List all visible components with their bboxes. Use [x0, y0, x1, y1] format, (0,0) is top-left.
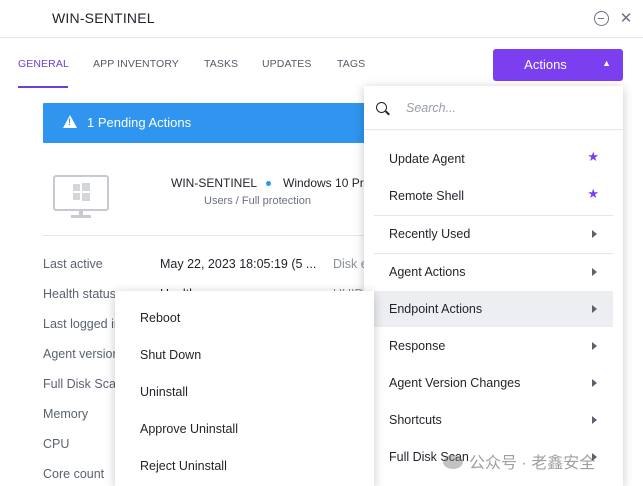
pending-actions-banner[interactable]: 1 Pending Actions — [43, 103, 373, 143]
search-icon — [376, 102, 387, 113]
menu-item-label: Recently Used — [389, 227, 471, 241]
title-bar: WIN-SENTINEL ✕ — [0, 0, 643, 38]
property-value: May 22, 2023 18:05:19 (5 ... — [160, 257, 317, 271]
watermark-text: 公众号 · 老鑫安全 — [469, 455, 596, 472]
menu-item-label: Agent Version Changes — [389, 376, 521, 390]
chevron-right-icon — [592, 305, 597, 313]
menu-item-label: Agent Actions — [389, 265, 466, 279]
property-label: Agent version — [43, 347, 120, 361]
divider — [43, 235, 373, 236]
tab-app-inventory[interactable]: APP INVENTORY — [93, 58, 179, 70]
chevron-right-icon — [592, 416, 597, 424]
submenu-item-label: Reject Uninstall — [140, 459, 227, 473]
agent-subtitle: Users / Full protection — [204, 195, 311, 207]
property-label: Memory — [43, 407, 89, 421]
property-label: CPU — [43, 437, 70, 451]
chevron-right-icon — [592, 230, 597, 238]
submenu-item-shut-down[interactable]: Shut Down — [115, 338, 374, 374]
menu-item-label: Remote Shell — [389, 189, 465, 203]
tab-general[interactable]: GENERAL — [18, 58, 69, 70]
property-label: Core count — [43, 467, 105, 481]
actions-dropdown-menu: Update Agent ★ Remote Shell ★ Recently U… — [364, 86, 623, 486]
menu-item-agent-actions[interactable]: Agent Actions — [374, 254, 613, 290]
star-icon[interactable]: ★ — [587, 186, 599, 202]
menu-item-recently-used[interactable]: Recently Used — [374, 216, 613, 252]
star-icon[interactable]: ★ — [587, 149, 599, 165]
menu-item-endpoint-actions[interactable]: Endpoint Actions — [374, 291, 613, 327]
tab-tasks[interactable]: TASKS — [204, 58, 238, 70]
warning-icon — [63, 115, 77, 128]
chevron-up-icon: ▲ — [602, 58, 611, 68]
computer-monitor-icon — [53, 175, 109, 218]
close-icon[interactable]: ✕ — [616, 9, 636, 29]
chevron-right-icon — [592, 379, 597, 387]
submenu-item-reject-uninstall[interactable]: Reject Uninstall — [115, 449, 374, 485]
submenu-item-label: Reboot — [140, 311, 181, 325]
property-label: Health status — [43, 287, 116, 301]
menu-item-update-agent[interactable]: Update Agent ★ — [374, 141, 613, 177]
submenu-item-uninstall[interactable]: Uninstall — [115, 375, 374, 411]
submenu-item-label: Approve Uninstall — [140, 422, 238, 436]
menu-item-label: Endpoint Actions — [389, 302, 483, 316]
submenu-item-approve-uninstall[interactable]: Approve Uninstall — [115, 412, 374, 448]
property-label: Last active — [43, 257, 103, 271]
menu-item-remote-shell[interactable]: Remote Shell ★ — [374, 178, 613, 214]
actions-button[interactable]: Actions ▲ — [493, 49, 623, 81]
tab-updates[interactable]: UPDATES — [262, 58, 312, 70]
separator-dot — [266, 181, 271, 186]
agent-name: WIN-SENTINEL — [171, 176, 258, 190]
menu-item-shortcuts[interactable]: Shortcuts — [374, 402, 613, 438]
submenu-item-reboot[interactable]: Reboot — [115, 301, 374, 337]
menu-item-agent-version-changes[interactable]: Agent Version Changes — [374, 365, 613, 401]
menu-item-label: Response — [389, 339, 446, 353]
wechat-icon — [443, 455, 463, 469]
chevron-right-icon — [592, 268, 597, 276]
tab-tags[interactable]: TAGS — [337, 58, 365, 70]
menu-item-label: Shortcuts — [389, 413, 442, 427]
submenu-item-label: Shut Down — [140, 348, 202, 362]
endpoint-actions-submenu: Reboot Shut Down Uninstall Approve Unins… — [115, 291, 374, 486]
window-title: WIN-SENTINEL — [52, 10, 155, 26]
minimize-icon[interactable] — [591, 9, 611, 29]
chevron-right-icon — [592, 342, 597, 350]
actions-button-label: Actions — [524, 57, 567, 72]
menu-item-response[interactable]: Response — [374, 328, 613, 364]
submenu-item-label: Uninstall — [140, 385, 188, 399]
watermark: 公众号 · 老鑫安全 — [443, 449, 595, 473]
pending-actions-text: 1 Pending Actions — [87, 115, 192, 130]
menu-search-row — [364, 86, 623, 130]
property-label: Full Disk Scan — [43, 377, 123, 391]
agent-os: Windows 10 Pro — [283, 176, 368, 190]
actions-search-input[interactable] — [406, 97, 606, 119]
active-tab-indicator — [18, 86, 68, 88]
menu-item-label: Update Agent — [389, 152, 465, 166]
